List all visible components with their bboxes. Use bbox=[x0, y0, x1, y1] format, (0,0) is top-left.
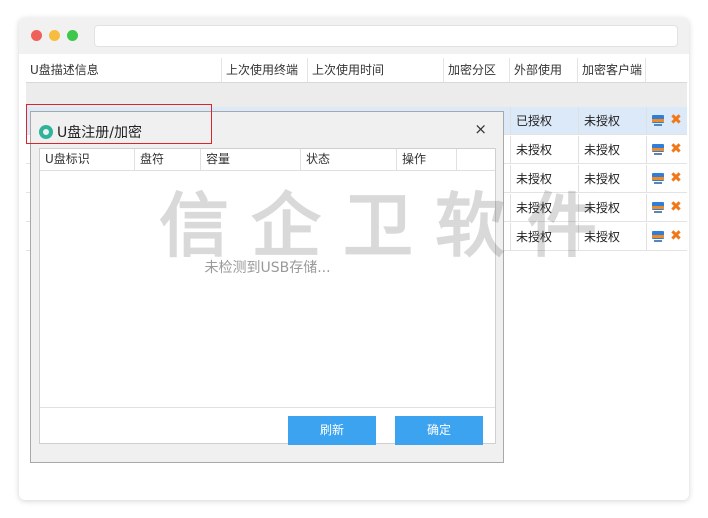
cell-divider bbox=[578, 194, 579, 222]
cell-divider bbox=[646, 165, 647, 193]
client-cell: 未授权 bbox=[584, 114, 621, 128]
column-header-drive-letter[interactable]: 盘符 bbox=[135, 149, 201, 170]
external-use-cell: 已授权 bbox=[516, 114, 553, 128]
highlight-box bbox=[26, 104, 212, 144]
cell-divider bbox=[578, 107, 579, 135]
refresh-button[interactable]: 刷新 bbox=[288, 416, 376, 445]
computer-icon[interactable] bbox=[652, 115, 664, 126]
delete-icon[interactable]: ✖ bbox=[670, 113, 682, 127]
column-header-encrypted-partition[interactable]: 加密分区 bbox=[444, 58, 510, 82]
title-bar bbox=[19, 18, 689, 54]
close-window-button[interactable] bbox=[31, 30, 42, 41]
cell-divider bbox=[578, 223, 579, 251]
cell-divider bbox=[646, 136, 647, 164]
maximize-window-button[interactable] bbox=[67, 30, 78, 41]
close-icon[interactable]: × bbox=[474, 120, 487, 138]
delete-icon[interactable]: ✖ bbox=[670, 200, 682, 214]
computer-icon[interactable] bbox=[652, 144, 664, 155]
cell-divider bbox=[578, 165, 579, 193]
cell-divider bbox=[646, 223, 647, 251]
column-header-status[interactable]: 状态 bbox=[301, 149, 397, 170]
cell-divider bbox=[646, 107, 647, 135]
client-cell: 未授权 bbox=[584, 230, 621, 244]
cell-divider bbox=[510, 194, 511, 222]
client-cell: 未授权 bbox=[584, 172, 621, 186]
cell-divider bbox=[510, 223, 511, 251]
cell-divider bbox=[510, 136, 511, 164]
client-cell: 未授权 bbox=[584, 143, 621, 157]
computer-icon[interactable] bbox=[652, 173, 664, 184]
usb-register-dialog: U盘注册/加密 × U盘标识 盘符 容量 状态 操作 未检测到USB存储... … bbox=[30, 111, 504, 463]
confirm-button[interactable]: 确定 bbox=[395, 416, 483, 445]
address-bar[interactable] bbox=[94, 25, 678, 47]
cell-divider bbox=[510, 107, 511, 135]
column-header-usb-id[interactable]: U盘标识 bbox=[40, 149, 135, 170]
column-header-external-use[interactable]: 外部使用 bbox=[510, 58, 578, 82]
computer-icon[interactable] bbox=[652, 231, 664, 242]
computer-icon[interactable] bbox=[652, 202, 664, 213]
column-header-last-time[interactable]: 上次使用时间 bbox=[308, 58, 444, 82]
column-header-last-terminal[interactable]: 上次使用终端 bbox=[222, 58, 308, 82]
app-window: U盘描述信息 上次使用终端 上次使用时间 加密分区 外部使用 加密客户端 已授权… bbox=[19, 18, 689, 500]
external-use-cell: 未授权 bbox=[516, 230, 553, 244]
external-use-cell: 未授权 bbox=[516, 201, 553, 215]
footer-divider bbox=[40, 407, 495, 408]
delete-icon[interactable]: ✖ bbox=[670, 229, 682, 243]
delete-icon[interactable]: ✖ bbox=[670, 142, 682, 156]
usb-list-panel: U盘标识 盘符 容量 状态 操作 未检测到USB存储... 刷新 确定 bbox=[39, 148, 496, 445]
cell-divider bbox=[510, 165, 511, 193]
table-header: U盘描述信息 上次使用终端 上次使用时间 加密分区 外部使用 加密客户端 bbox=[26, 58, 687, 83]
external-use-cell: 未授权 bbox=[516, 172, 553, 186]
delete-icon[interactable]: ✖ bbox=[670, 171, 682, 185]
column-header-encryption-client[interactable]: 加密客户端 bbox=[578, 58, 646, 82]
column-header-action[interactable]: 操作 bbox=[397, 149, 457, 170]
empty-state-message: 未检测到USB存储... bbox=[204, 260, 331, 276]
external-use-cell: 未授权 bbox=[516, 143, 553, 157]
cell-divider bbox=[578, 136, 579, 164]
column-header-capacity[interactable]: 容量 bbox=[201, 149, 301, 170]
column-header-description[interactable]: U盘描述信息 bbox=[26, 58, 222, 82]
usb-list-header: U盘标识 盘符 容量 状态 操作 bbox=[40, 149, 495, 171]
cell-divider bbox=[646, 194, 647, 222]
client-cell: 未授权 bbox=[584, 201, 621, 215]
minimize-window-button[interactable] bbox=[49, 30, 60, 41]
